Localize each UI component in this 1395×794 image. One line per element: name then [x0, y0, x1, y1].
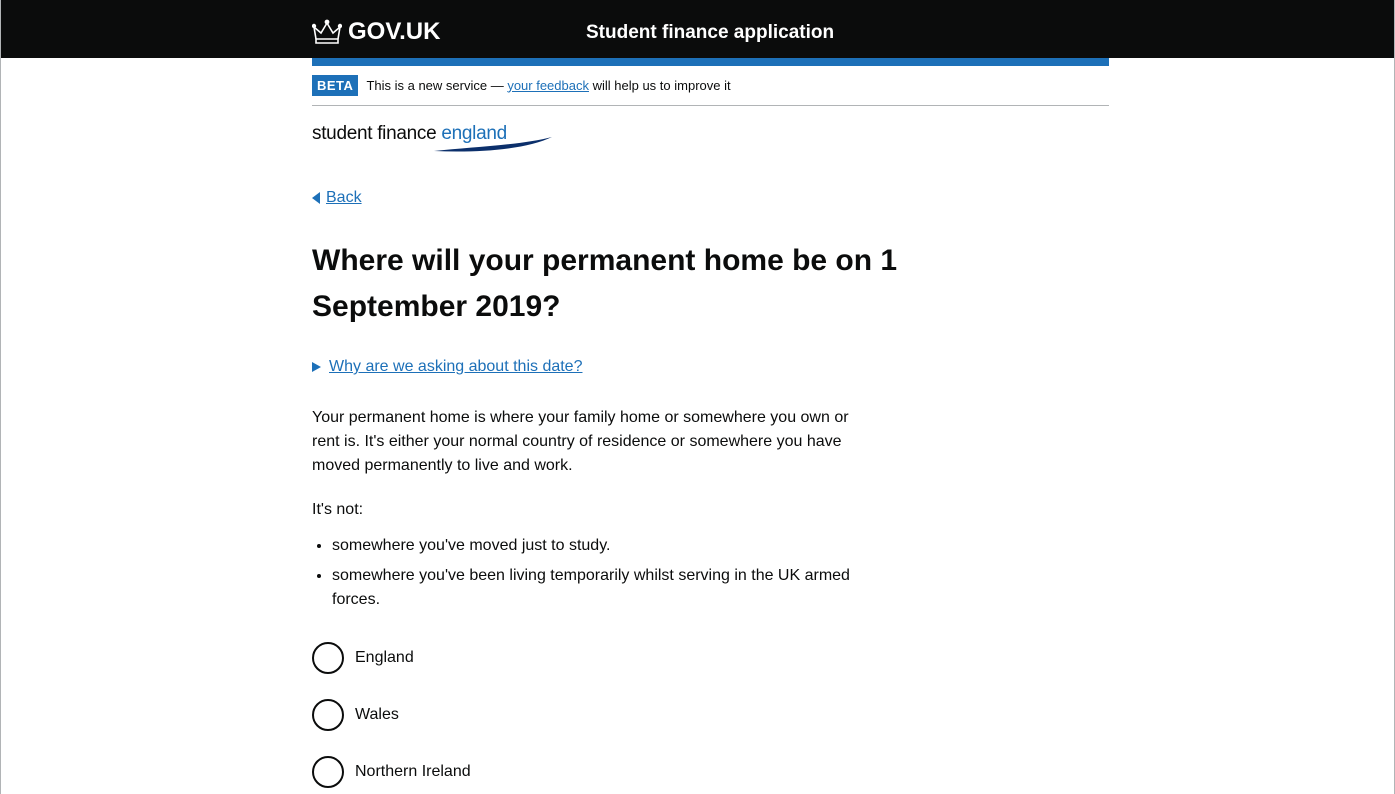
site-header: GOV.UK Student finance application [1, 0, 1394, 66]
sfe-logo-part1: student finance [312, 123, 442, 144]
details-summary: Why are we asking about this date? [329, 358, 583, 375]
radio-northern-ireland[interactable]: Northern Ireland [312, 754, 471, 790]
header-blue-bar [312, 58, 1109, 66]
back-arrow-icon [312, 192, 320, 204]
feedback-link[interactable]: your feedback [507, 78, 589, 93]
phase-banner: BETA This is a new service — your feedba… [312, 66, 1109, 106]
triangle-right-icon [312, 362, 321, 372]
page-frame: GOV.UK Student finance application BETA … [0, 0, 1395, 794]
radio-wales[interactable]: Wales [312, 697, 471, 733]
exclusion-list: somewhere you've moved just to study. so… [312, 534, 892, 618]
sfe-logo: student finance england [312, 123, 1109, 153]
radio-circle[interactable] [312, 699, 344, 731]
back-link[interactable]: Back [312, 189, 362, 207]
phase-text-before: This is a new service — [366, 77, 508, 93]
header-inner: GOV.UK Student finance application [312, 0, 1109, 66]
main-container: BETA This is a new service — your feedba… [312, 66, 1109, 788]
crown-icon [312, 19, 342, 44]
phase-tag: BETA [312, 75, 359, 96]
logo-text: GOV.UK [348, 18, 441, 45]
govuk-logo-link[interactable]: GOV.UK [312, 18, 440, 46]
radio-england[interactable]: England [312, 640, 471, 676]
radio-circle[interactable] [312, 756, 344, 788]
back-link-label: Back [326, 189, 362, 206]
list-item: somewhere you've moved just to study. [332, 534, 892, 558]
country-radio-group: England Wales Northern Ireland [312, 640, 471, 794]
radio-label: England [355, 649, 414, 666]
radio-label: Northern Ireland [355, 763, 471, 780]
phase-text: This is a new service — your feedback wi… [366, 78, 730, 94]
page-title: Where will your permanent home be on 1 S… [312, 244, 898, 323]
radio-circle[interactable] [312, 642, 344, 674]
description-paragraph: Your permanent home is where your family… [312, 409, 849, 474]
radio-label: Wales [355, 706, 399, 723]
list-item: somewhere you've been living temporarily… [332, 564, 892, 612]
phase-text-after: will help us to improve it [588, 77, 731, 93]
details-toggle[interactable]: Why are we asking about this date? [312, 358, 582, 376]
swoosh-icon [434, 137, 552, 152]
its-not-label: It's not: [312, 501, 364, 518]
service-name-link[interactable]: Student finance application [586, 21, 834, 45]
